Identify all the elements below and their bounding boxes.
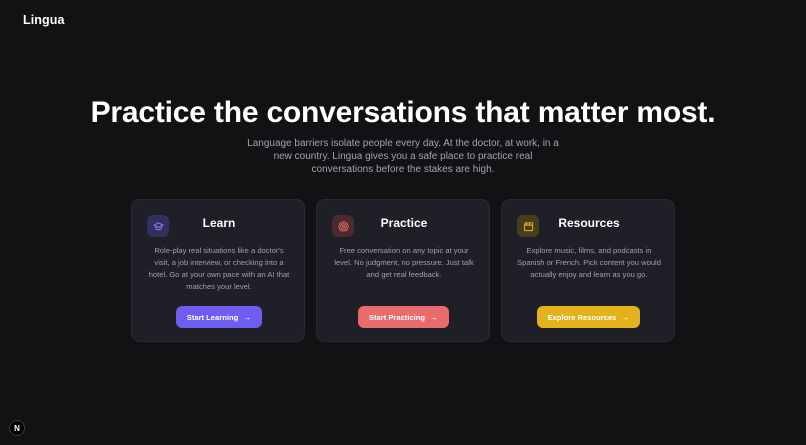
explore-resources-button[interactable]: Explore Resources → — [537, 306, 640, 328]
arrow-right-icon: → — [430, 312, 439, 322]
card-practice: Practice Free conversation on any topic … — [316, 199, 490, 342]
card-title: Practice — [380, 216, 428, 230]
start-learning-button[interactable]: Start Learning → — [176, 306, 262, 328]
card-description: Free conversation on any topic at your l… — [334, 246, 474, 279]
button-label: Start Practicing — [368, 312, 426, 322]
hero-subtitle: Language barriers isolate people every d… — [247, 138, 559, 175]
arrow-right-icon: → — [621, 312, 630, 322]
app-logo[interactable]: Lingua — [23, 13, 65, 27]
button-label: Start Learning — [186, 312, 239, 322]
hero-title: Practice the conversations that matter m… — [90, 96, 716, 129]
card-resources: Resources Explore music, films, and podc… — [501, 199, 675, 342]
button-label: Explore Resources — [547, 312, 617, 322]
card-description: Role-play real situations like a doctor'… — [148, 246, 290, 291]
arrow-right-icon: → — [243, 312, 252, 322]
next-logo-icon[interactable]: N — [9, 420, 25, 436]
card-learn: Learn Role-play real situations like a d… — [131, 199, 305, 342]
card-title: Learn — [202, 216, 236, 230]
card-title: Resources — [558, 216, 620, 230]
card-description: Explore music, films, and podcasts in Sp… — [517, 246, 661, 279]
landing-page: Lingua Practice the conversations that m… — [0, 0, 806, 445]
start-practicing-button[interactable]: Start Practicing → — [358, 306, 449, 328]
